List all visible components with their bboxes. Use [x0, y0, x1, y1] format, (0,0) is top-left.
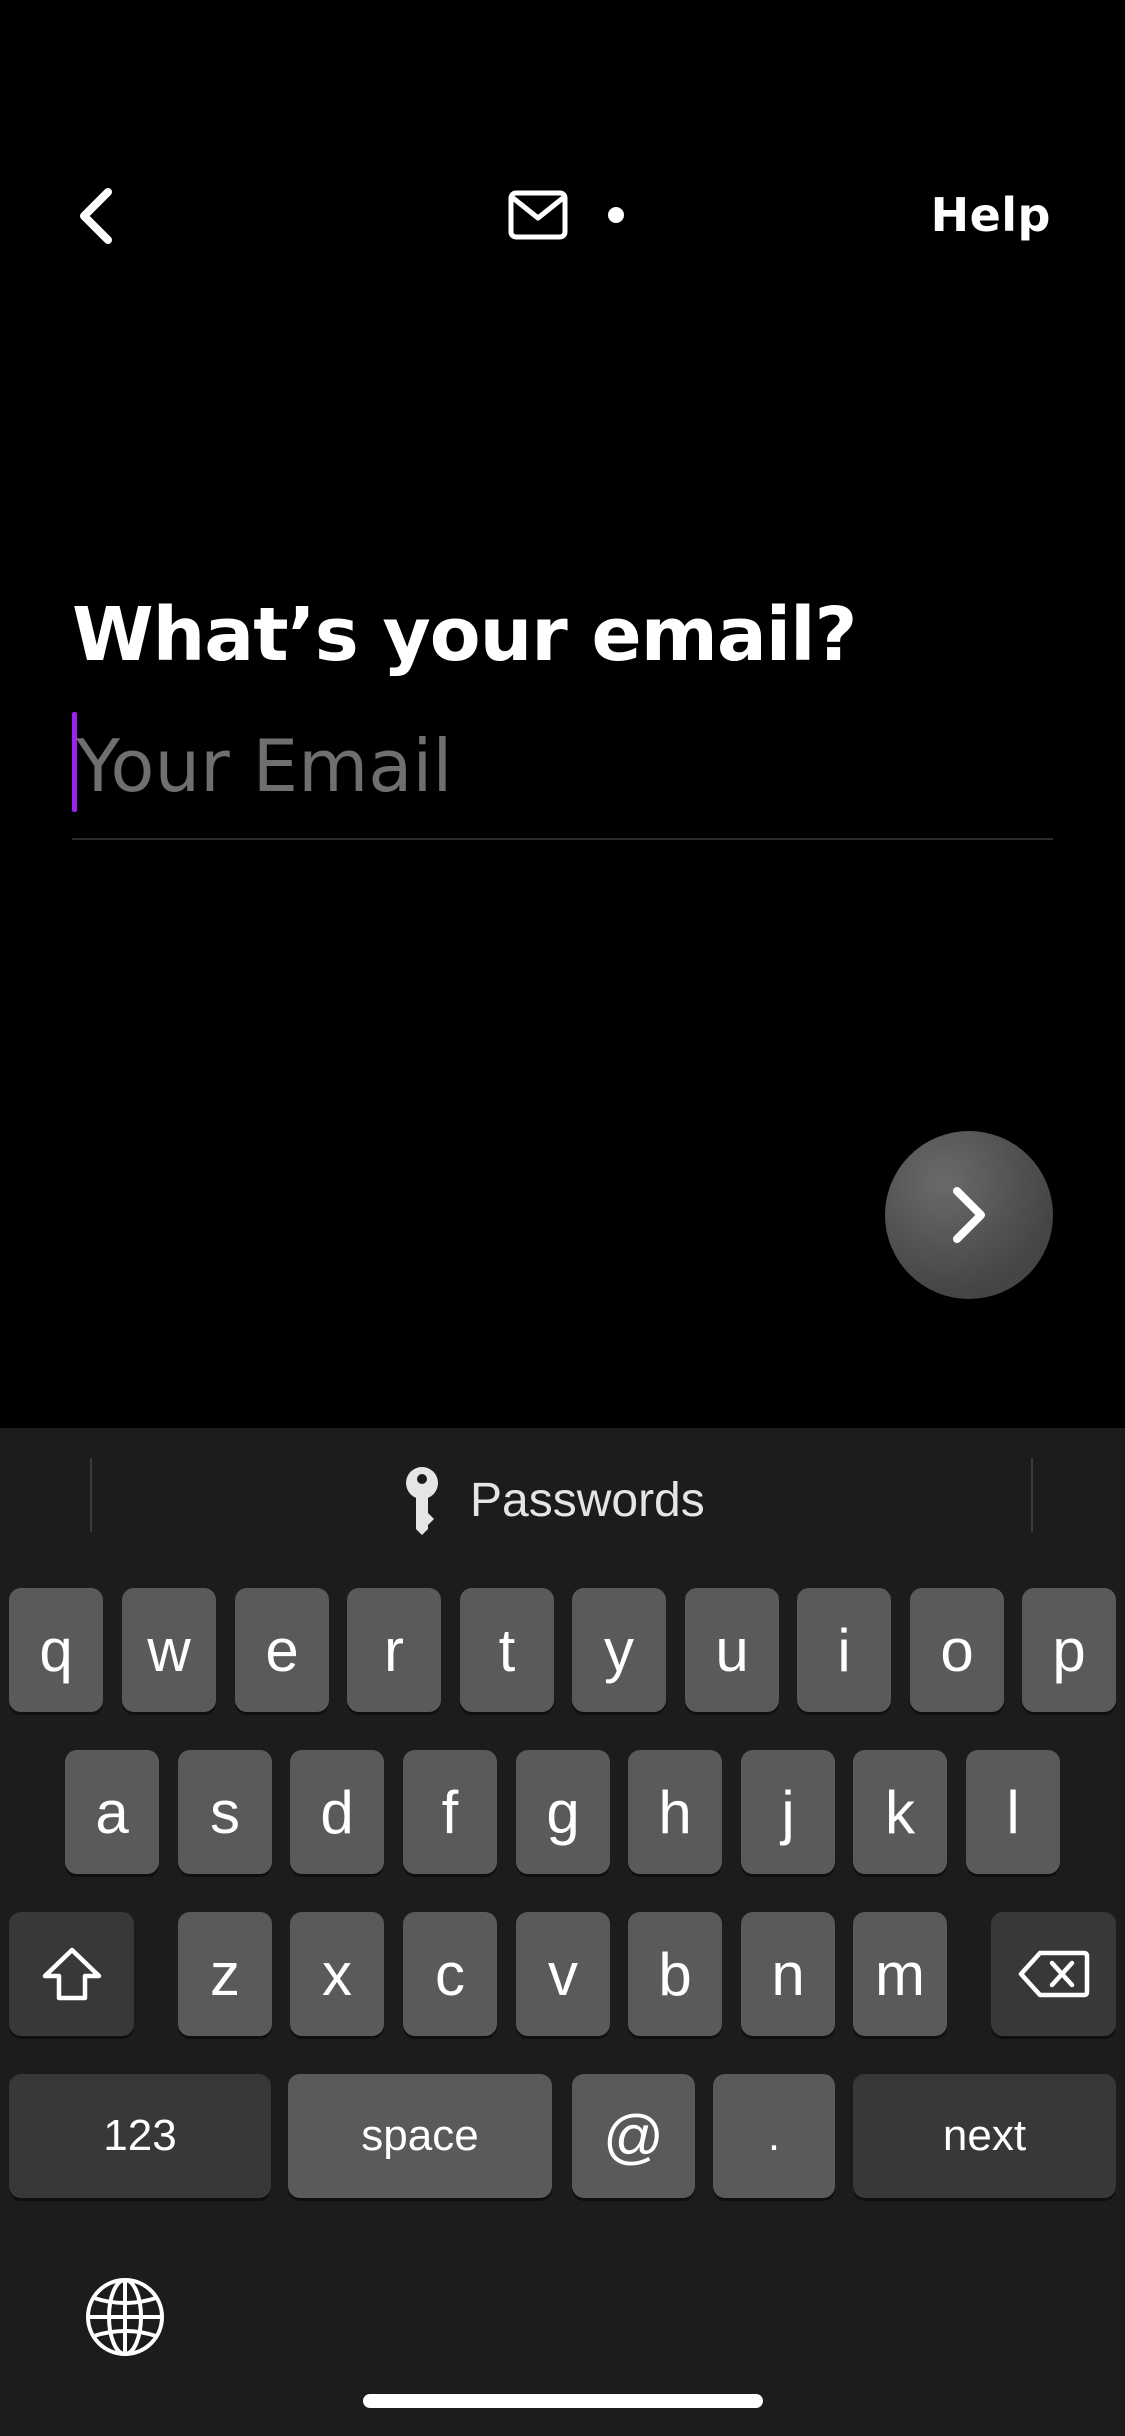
key-s[interactable]: s	[178, 1750, 272, 1874]
email-field[interactable]	[72, 710, 1053, 840]
key-c[interactable]: c	[403, 1912, 497, 2036]
key-p[interactable]: p	[1022, 1588, 1116, 1712]
key-h[interactable]: h	[628, 1750, 722, 1874]
key-u[interactable]: u	[685, 1588, 779, 1712]
shift-icon	[42, 1947, 101, 2001]
key-l[interactable]: l	[966, 1750, 1060, 1874]
key-f[interactable]: f	[403, 1750, 497, 1874]
backspace-icon	[1018, 1950, 1089, 1998]
key-g[interactable]: g	[516, 1750, 610, 1874]
key-t[interactable]: t	[460, 1588, 554, 1712]
help-button[interactable]: Help	[931, 188, 1051, 242]
shift-key[interactable]	[9, 1912, 134, 2036]
chevron-right-icon	[953, 1187, 985, 1243]
delete-key[interactable]	[991, 1912, 1116, 2036]
divider	[90, 1458, 92, 1532]
mail-icon	[508, 190, 568, 240]
key-r[interactable]: r	[347, 1588, 441, 1712]
key-b[interactable]: b	[628, 1912, 722, 2036]
back-button[interactable]	[60, 180, 132, 252]
key-i[interactable]: i	[797, 1588, 891, 1712]
key-o[interactable]: o	[910, 1588, 1004, 1712]
key-x[interactable]: x	[290, 1912, 384, 2036]
globe-icon[interactable]	[84, 2276, 166, 2358]
passwords-suggestion[interactable]: Passwords	[400, 1460, 705, 1540]
key-j[interactable]: j	[741, 1750, 835, 1874]
key-w[interactable]: w	[122, 1588, 216, 1712]
key-y[interactable]: y	[572, 1588, 666, 1712]
key-q[interactable]: q	[9, 1588, 103, 1712]
suggestion-bar: Passwords	[0, 1428, 1125, 1578]
period-key[interactable]: .	[713, 2074, 835, 2198]
next-key[interactable]: next	[853, 2074, 1116, 2198]
at-key[interactable]: @	[572, 2074, 695, 2198]
key-k[interactable]: k	[853, 1750, 947, 1874]
key-v[interactable]: v	[516, 1912, 610, 2036]
progress-dot	[608, 207, 624, 223]
divider	[1031, 1458, 1033, 1532]
email-input[interactable]	[72, 710, 1053, 822]
numbers-key[interactable]: 123	[9, 2074, 271, 2198]
chevron-left-icon	[80, 188, 112, 244]
space-key[interactable]: space	[288, 2074, 552, 2198]
key-m[interactable]: m	[853, 1912, 947, 2036]
next-button[interactable]	[885, 1131, 1053, 1299]
key-a[interactable]: a	[65, 1750, 159, 1874]
key-d[interactable]: d	[290, 1750, 384, 1874]
passwords-label: Passwords	[470, 1473, 705, 1527]
key-n[interactable]: n	[741, 1912, 835, 2036]
top-nav: Help	[0, 0, 1125, 320]
key-icon	[406, 1467, 438, 1535]
page-title: What’s your email?	[72, 592, 857, 678]
home-indicator[interactable]	[363, 2394, 763, 2408]
key-e[interactable]: e	[235, 1588, 329, 1712]
key-z[interactable]: z	[178, 1912, 272, 2036]
